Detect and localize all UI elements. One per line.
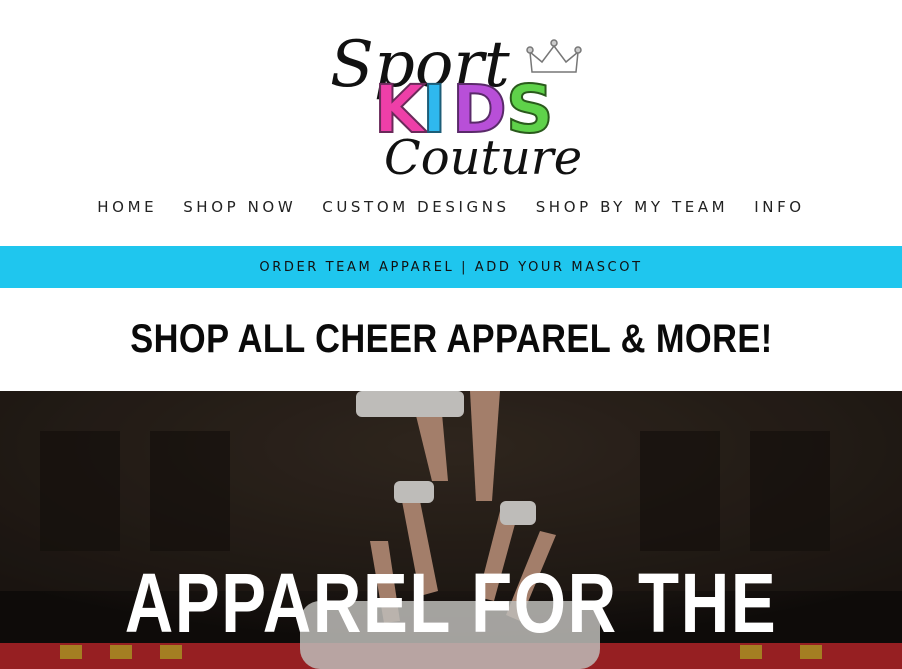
main-nav: HOME SHOP NOW CUSTOM DESIGNS SHOP BY MY … xyxy=(0,197,902,219)
logo-couture-text: Couture xyxy=(384,130,582,184)
crown-icon xyxy=(526,39,582,73)
page-title-section: SHOP ALL CHEER APPAREL & MORE! xyxy=(0,288,902,391)
site-header: Sport K I D S Couture HOME SHOP NOW CUST… xyxy=(0,0,902,246)
hero-heading: APPAREL FOR THE xyxy=(124,556,778,650)
announcement-bar[interactable]: ORDER TEAM APPAREL | ADD YOUR MASCOT xyxy=(0,246,902,288)
announcement-text[interactable]: ORDER TEAM APPAREL | ADD YOUR MASCOT xyxy=(259,260,642,275)
nav-item-info[interactable]: INFO xyxy=(754,197,804,219)
hero-banner: APPAREL FOR THE xyxy=(0,391,902,669)
brand-logo[interactable]: Sport K I D S Couture xyxy=(326,12,590,184)
page-title: SHOP ALL CHEER APPAREL & MORE! xyxy=(129,317,773,361)
nav-item-home[interactable]: HOME xyxy=(97,197,157,219)
nav-item-custom-designs[interactable]: CUSTOM DESIGNS xyxy=(322,197,509,219)
nav-item-shop-now[interactable]: SHOP NOW xyxy=(183,197,296,219)
nav-item-shop-by-my-team[interactable]: SHOP BY MY TEAM xyxy=(536,197,729,219)
brand-logo-graphic: Sport K I D S Couture xyxy=(330,28,582,184)
